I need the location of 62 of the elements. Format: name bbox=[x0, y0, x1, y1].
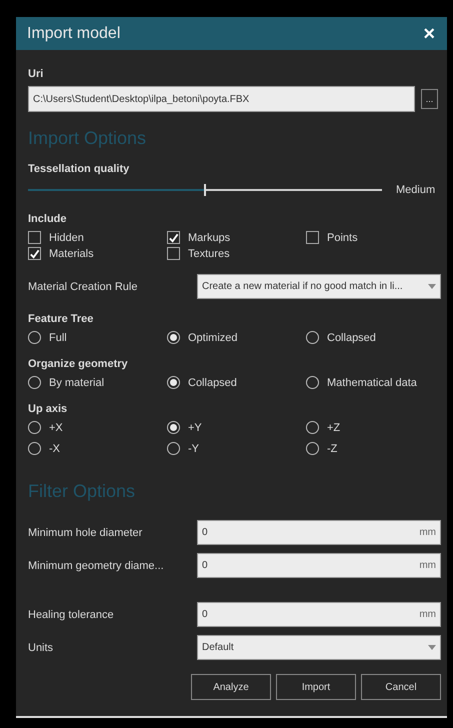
radio-button[interactable] bbox=[167, 421, 180, 434]
radio-label: Collapsed bbox=[188, 376, 237, 388]
radio-label: Optimized bbox=[188, 332, 238, 344]
radio-label: -Y bbox=[188, 442, 199, 454]
dialog-button[interactable]: Import bbox=[276, 674, 356, 700]
field-label: Minimum geometry diame... bbox=[28, 560, 165, 572]
radio-label: -Z bbox=[327, 442, 338, 454]
radio-label: Mathematical data bbox=[327, 376, 417, 388]
checkbox[interactable] bbox=[306, 231, 319, 244]
radio-button[interactable] bbox=[28, 421, 41, 434]
group-label: Feature Tree bbox=[28, 313, 94, 325]
radio-button[interactable] bbox=[306, 376, 319, 389]
caret-icon bbox=[428, 645, 436, 650]
checkbox[interactable] bbox=[28, 231, 41, 244]
uri-field[interactable]: C:\Users\Student\Desktop\ilpa_betoni\poyta.FBX bbox=[28, 86, 415, 112]
radio-button[interactable] bbox=[28, 331, 41, 344]
field-label: Minimum hole diameter bbox=[28, 526, 144, 538]
number-field[interactable]: 0 mm bbox=[197, 602, 441, 627]
number-field[interactable]: 0 mm bbox=[197, 520, 441, 545]
radio-label: Collapsed bbox=[327, 332, 376, 344]
checkbox-label: Points bbox=[327, 232, 358, 244]
radio-button[interactable] bbox=[306, 421, 319, 434]
radio-button[interactable] bbox=[306, 331, 319, 344]
checkbox[interactable] bbox=[167, 247, 180, 260]
checkbox[interactable] bbox=[167, 231, 180, 244]
uri-label: Uri bbox=[28, 68, 44, 80]
radio-label: +Z bbox=[327, 422, 340, 434]
caret-icon bbox=[428, 284, 436, 289]
section-heading: Import Options bbox=[28, 128, 148, 149]
radio-button[interactable] bbox=[167, 442, 180, 455]
dialog-button[interactable]: Cancel bbox=[361, 674, 441, 700]
slider-reading: Medium bbox=[396, 184, 436, 196]
number-field[interactable]: 0 mm bbox=[197, 553, 441, 578]
group-label: Organize geometry bbox=[28, 358, 129, 370]
radio-button[interactable] bbox=[306, 442, 319, 455]
checkbox[interactable] bbox=[28, 247, 41, 260]
field-label: Healing tolerance bbox=[28, 608, 115, 620]
radio-label: +Y bbox=[188, 422, 202, 434]
section-heading: Filter Options bbox=[28, 481, 136, 502]
checkbox-label: Materials bbox=[49, 248, 94, 260]
checkbox-label: Hidden bbox=[49, 232, 84, 244]
radio-label: By material bbox=[49, 376, 104, 388]
radio-label: Full bbox=[49, 332, 67, 344]
radio-button[interactable] bbox=[28, 376, 41, 389]
close-button[interactable]: × bbox=[421, 24, 437, 44]
tessellation-label: Tessellation quality bbox=[28, 163, 130, 175]
include-label: Include bbox=[28, 213, 68, 225]
radio-button[interactable] bbox=[28, 442, 41, 455]
checkbox-label: Textures bbox=[188, 248, 230, 260]
checkbox-label: Markups bbox=[188, 232, 230, 244]
radio-button[interactable] bbox=[167, 376, 180, 389]
units-dropdown[interactable]: Default bbox=[197, 635, 441, 660]
radio-label: -X bbox=[49, 442, 60, 454]
dialog-button[interactable]: Analyze bbox=[191, 674, 271, 700]
radio-label: +X bbox=[49, 422, 63, 434]
group-label: Up axis bbox=[28, 403, 68, 415]
radio-button[interactable] bbox=[167, 331, 180, 344]
field-label: Units bbox=[28, 642, 54, 654]
material-rule-dropdown[interactable]: Create a new material if no good match in li... bbox=[197, 274, 441, 299]
browse-button[interactable]: ... bbox=[421, 89, 438, 109]
material-rule-label: Material Creation Rule bbox=[28, 280, 138, 292]
window-title: Import model bbox=[27, 24, 120, 42]
